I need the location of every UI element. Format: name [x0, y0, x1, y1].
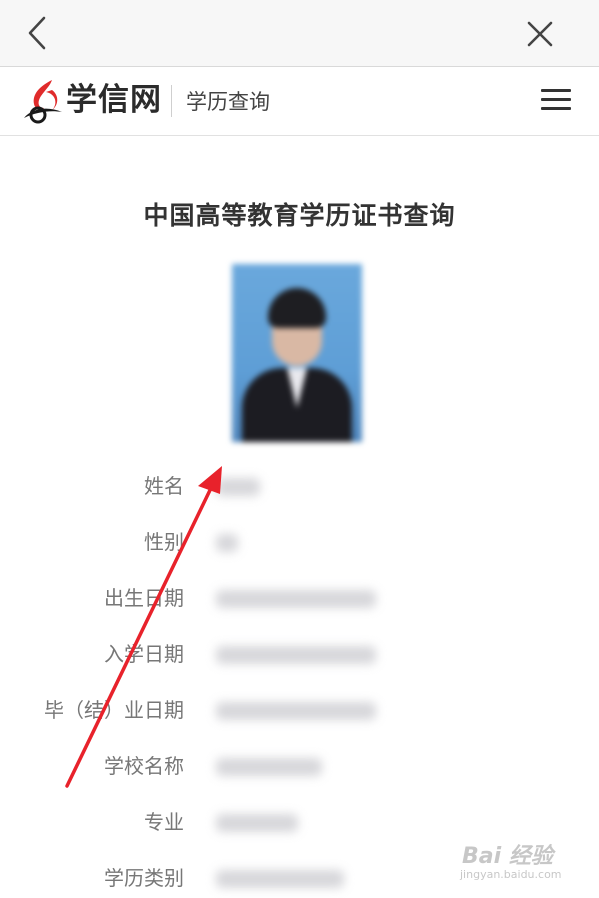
field-value-birth-date: [216, 590, 376, 608]
browser-top-bar: [0, 0, 599, 67]
field-value-name: [216, 478, 260, 496]
field-label-birth-date: 出生日期: [104, 586, 184, 610]
close-icon: [527, 21, 553, 47]
header-subtitle: 学历查询: [186, 90, 270, 114]
watermark-sub-text: jingyan.baidu.com: [460, 868, 562, 881]
student-photo: [232, 264, 362, 442]
field-value-education-type: [216, 870, 344, 888]
site-name[interactable]: 学信网: [66, 80, 162, 120]
site-header: 学信网 学历查询: [0, 67, 599, 136]
field-value-major: [216, 814, 298, 832]
hamburger-menu-icon: [541, 89, 571, 110]
field-label-major: 专业: [144, 810, 184, 834]
field-value-school-name: [216, 758, 322, 776]
chevron-left-icon: [28, 16, 46, 50]
back-button[interactable]: [22, 14, 58, 52]
header-divider: [171, 85, 172, 117]
menu-button[interactable]: [541, 89, 571, 115]
watermark: Bai 经验 jingyan.baidu.com: [456, 834, 586, 886]
close-button[interactable]: [520, 14, 560, 54]
page-title: 中国高等教育学历证书查询: [143, 201, 456, 230]
field-label-enrollment-date: 入学日期: [104, 642, 184, 666]
field-label-gender: 性别: [144, 530, 184, 554]
field-value-gender: [216, 534, 238, 552]
page: 学信网 学历查询 中国高等教育学历证书查询 姓名 性别 出生日期 入学日期 毕（…: [0, 0, 599, 898]
field-value-graduation-date: [216, 702, 376, 720]
xuexin-logo-icon[interactable]: [22, 78, 64, 124]
watermark-main-text: Bai 经验: [462, 844, 553, 869]
field-label-education-type: 学历类别: [104, 866, 184, 890]
field-label-school-name: 学校名称: [104, 754, 184, 778]
field-label-graduation-date: 毕（结）业日期: [44, 698, 184, 722]
field-label-name: 姓名: [144, 474, 184, 498]
field-value-enrollment-date: [216, 646, 376, 664]
